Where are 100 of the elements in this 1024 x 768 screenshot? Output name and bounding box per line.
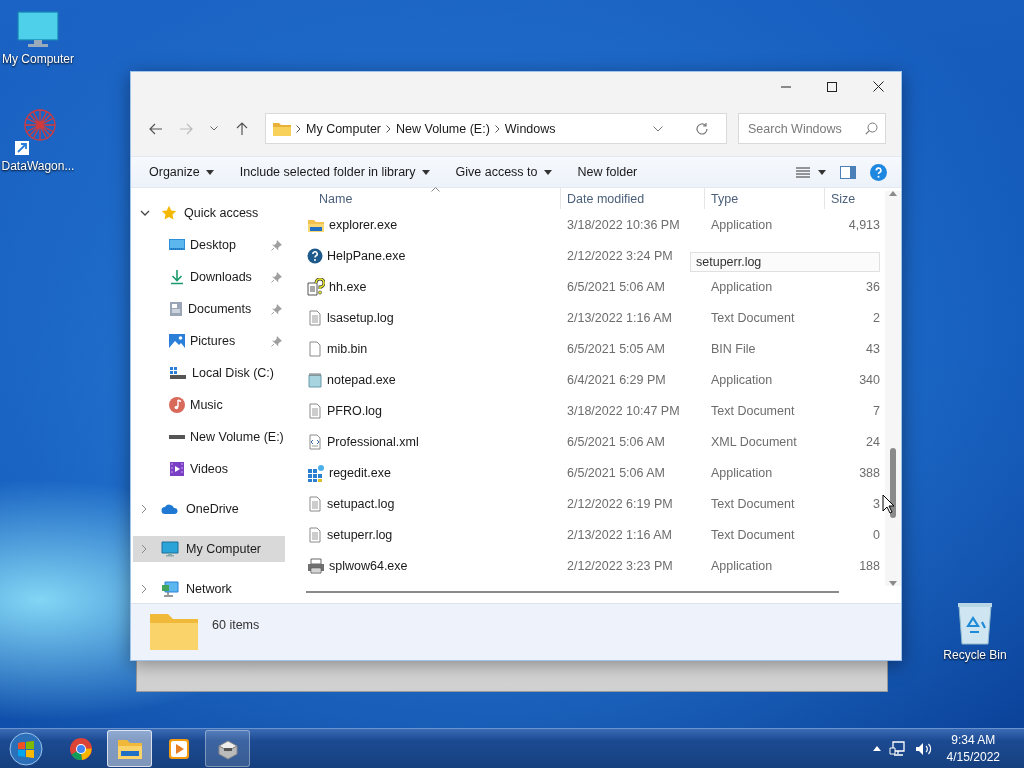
tooltip: setuperr.log bbox=[690, 252, 880, 272]
refresh-icon[interactable] bbox=[695, 121, 709, 136]
up-arrow-icon bbox=[236, 121, 248, 136]
file-name[interactable]: setuperr.log bbox=[327, 527, 393, 542]
breadcrumb[interactable]: My Computer bbox=[306, 121, 382, 136]
text-file-icon bbox=[307, 309, 323, 326]
file-size: 0 bbox=[872, 527, 881, 542]
nav-item[interactable]: Videos bbox=[133, 456, 285, 482]
column-header[interactable]: Size bbox=[825, 188, 885, 209]
monitor-icon bbox=[16, 10, 60, 50]
breadcrumb[interactable]: New Volume (E:) bbox=[396, 121, 490, 136]
caret-icon bbox=[421, 169, 430, 175]
clock-date[interactable]: 4/15/2022 bbox=[946, 748, 1000, 766]
file-name[interactable]: lsasetup.log bbox=[327, 310, 394, 325]
file-name[interactable]: setupact.log bbox=[327, 496, 395, 511]
browser-icon bbox=[68, 736, 93, 761]
file-name[interactable]: PFRO.log bbox=[327, 403, 382, 418]
chevron-icon bbox=[296, 124, 301, 133]
music-note-icon bbox=[169, 397, 185, 413]
nav-item[interactable]: Quick access bbox=[133, 200, 285, 226]
nav-item[interactable]: Local Disk (C:) bbox=[133, 360, 285, 386]
network-icon[interactable] bbox=[888, 740, 907, 757]
file-size: 388 bbox=[858, 465, 881, 480]
media-player-icon bbox=[166, 736, 191, 761]
volume-icon[interactable] bbox=[914, 741, 933, 756]
file-type: Text Document bbox=[710, 496, 796, 511]
file-type: Application bbox=[710, 279, 774, 294]
nav-item[interactable]: New Volume (E:) bbox=[133, 424, 285, 450]
file-name[interactable]: notepad.exe bbox=[327, 372, 396, 387]
chevron-icon bbox=[494, 124, 500, 133]
picture-icon bbox=[169, 333, 185, 349]
cloud-icon bbox=[161, 503, 179, 515]
back-arrow-icon bbox=[149, 122, 163, 135]
address-bar[interactable]: My Computer New Volume (E:) Windows bbox=[265, 113, 727, 144]
printer-icon bbox=[307, 557, 325, 574]
list-view-icon bbox=[796, 166, 810, 178]
search-icon bbox=[865, 122, 878, 135]
file-name[interactable]: Professional.xml bbox=[327, 434, 419, 449]
document-icon bbox=[169, 301, 183, 317]
taskbar-button[interactable] bbox=[205, 730, 250, 767]
tray-caret-icon[interactable] bbox=[872, 746, 881, 751]
recycle-bin-icon bbox=[955, 600, 995, 646]
file-size: 24 bbox=[865, 434, 881, 449]
network-icon bbox=[161, 581, 179, 597]
horizontal-scrollbar[interactable] bbox=[306, 591, 839, 593]
file-type: Text Document bbox=[710, 527, 796, 542]
search-field[interactable]: Search Windows bbox=[738, 113, 886, 144]
help-icon bbox=[307, 247, 323, 264]
download-icon bbox=[169, 269, 185, 285]
breadcrumb[interactable]: Windows bbox=[504, 121, 556, 136]
desktop-icon-label[interactable]: DataWagon... bbox=[1, 159, 75, 173]
folder-icon bbox=[273, 121, 291, 136]
toolbar-button[interactable]: Organize bbox=[141, 161, 222, 183]
column-header[interactable]: Type bbox=[705, 188, 825, 209]
date-modified: 6/5/2021 5:06 AM bbox=[566, 434, 666, 449]
film-icon bbox=[169, 461, 185, 477]
file-type: Application bbox=[710, 372, 774, 387]
desktop-icon bbox=[169, 238, 185, 252]
file-name[interactable]: HelpPane.exe bbox=[327, 248, 406, 263]
column-header[interactable]: Name bbox=[289, 188, 561, 209]
date-modified: 6/5/2021 5:06 AM bbox=[566, 279, 666, 294]
nav-item[interactable]: Pictures bbox=[133, 328, 285, 354]
file-type: Text Document bbox=[710, 403, 796, 418]
toolbar-button[interactable]: New folder bbox=[569, 161, 646, 183]
desktop-icon-label[interactable]: My Computer bbox=[2, 52, 74, 66]
scroll-down-icon[interactable] bbox=[889, 581, 897, 586]
scrollbar-thumb[interactable] bbox=[890, 448, 896, 518]
caret-icon bbox=[210, 126, 218, 131]
file-name[interactable]: splwow64.exe bbox=[329, 558, 408, 573]
clock-time[interactable]: 9:34 AM bbox=[951, 731, 996, 749]
nav-item[interactable]: OneDrive bbox=[133, 496, 285, 522]
nav-item[interactable]: Network bbox=[133, 576, 285, 602]
date-modified: 2/13/2022 1:16 AM bbox=[566, 527, 673, 542]
maximize-icon bbox=[827, 81, 837, 92]
caret-icon[interactable] bbox=[653, 125, 663, 132]
file-name[interactable]: hh.exe bbox=[329, 279, 367, 294]
chevron-down-icon[interactable] bbox=[140, 208, 150, 218]
file-size: 340 bbox=[858, 372, 881, 387]
preview-pane-icon bbox=[840, 165, 856, 179]
nav-item[interactable]: Documents bbox=[133, 296, 285, 322]
notepad-icon bbox=[307, 371, 323, 388]
column-header[interactable]: Date modified bbox=[561, 188, 705, 209]
file-name[interactable]: mib.bin bbox=[327, 341, 368, 356]
vertical-scrollbar[interactable] bbox=[885, 191, 901, 586]
desktop-icon-label[interactable]: Recycle Bin bbox=[943, 648, 1007, 662]
caret-icon bbox=[818, 169, 826, 175]
close-icon bbox=[872, 81, 884, 92]
star-icon bbox=[161, 205, 177, 221]
file-name[interactable]: regedit.exe bbox=[329, 465, 391, 480]
nav-item[interactable]: Music bbox=[133, 392, 285, 418]
toolbar-button[interactable]: Include selected folder in library bbox=[231, 161, 438, 183]
nav-item[interactable]: My Computer bbox=[133, 536, 285, 562]
drive-icon bbox=[169, 433, 185, 441]
file-type: Application bbox=[710, 558, 774, 573]
mouse-cursor-icon bbox=[882, 494, 895, 514]
scroll-up-icon[interactable] bbox=[889, 191, 897, 196]
file-name[interactable]: explorer.exe bbox=[329, 217, 398, 232]
nav-item[interactable]: Downloads bbox=[133, 264, 285, 290]
nav-item[interactable]: Desktop bbox=[133, 232, 285, 258]
toolbar-button[interactable]: Give access to bbox=[447, 161, 560, 183]
